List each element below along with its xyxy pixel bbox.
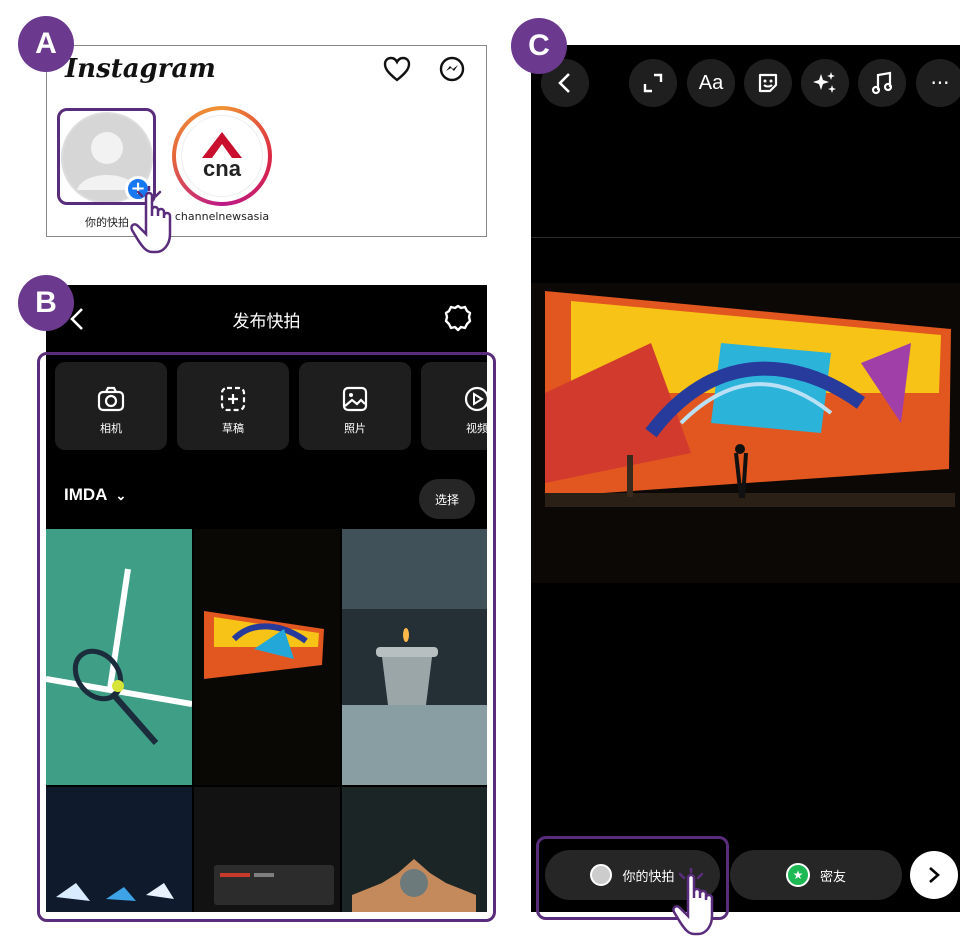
laptop-image — [214, 865, 334, 905]
create-story-screen: 发布快拍 相机 草稿 照片 视频 IMDA ⌄ 选择 — [46, 285, 487, 912]
candle-image — [342, 529, 487, 785]
thumbnail-mural[interactable] — [194, 529, 340, 785]
drafts-icon — [220, 386, 246, 412]
album-selector[interactable]: IMDA ⌄ — [64, 485, 126, 505]
chevron-right-icon — [929, 867, 940, 883]
more-options-button[interactable]: ··· — [916, 59, 960, 107]
sticker-button[interactable] — [744, 59, 792, 107]
tile-photos-label: 照片 — [344, 422, 366, 435]
tap-hand-icon-c — [672, 868, 714, 936]
cna-triangle-icon — [202, 132, 242, 158]
settings-gear-icon[interactable] — [444, 304, 472, 332]
thumbnail-tennis[interactable] — [46, 529, 192, 785]
effects-button[interactable] — [801, 59, 849, 107]
video-icon — [464, 386, 487, 412]
select-button[interactable]: 选择 — [419, 479, 475, 519]
resize-button[interactable] — [629, 59, 677, 107]
label-a: A — [18, 16, 74, 72]
thumbnail-boats[interactable] — [46, 787, 192, 912]
text-tool-button[interactable]: Aa — [687, 59, 735, 107]
label-c: C — [511, 18, 567, 74]
album-name: IMDA — [64, 485, 107, 504]
sparkles-icon — [813, 72, 836, 93]
star-icon: ★ — [785, 863, 810, 887]
tap-hand-icon — [130, 186, 172, 254]
mural-image — [204, 611, 324, 679]
avatar-icon — [590, 864, 613, 886]
heart-icon[interactable] — [383, 56, 411, 82]
photo-icon — [342, 386, 368, 412]
toolbar-divider — [531, 237, 960, 238]
tile-drafts-label: 草稿 — [222, 422, 244, 435]
tile-camera[interactable]: 相机 — [55, 362, 167, 450]
cna-logo: cna — [181, 115, 263, 197]
close-friends-label: 密友 — [819, 869, 846, 885]
instagram-logo: Instagram — [65, 54, 216, 84]
messenger-icon[interactable] — [439, 56, 465, 82]
sticker-icon — [758, 73, 778, 93]
paper-boats-image — [56, 883, 174, 901]
tile-camera-label: 相机 — [100, 422, 122, 435]
story-editor: Aa ··· 你的快拍 ★ 密友 — [531, 45, 960, 912]
tile-photos[interactable]: 照片 — [299, 362, 411, 450]
thumbnail-laptop[interactable] — [194, 787, 340, 912]
music-note-icon — [871, 71, 893, 95]
tile-video-label: 视频 — [466, 422, 487, 435]
chevron-left-icon — [558, 73, 570, 93]
next-button[interactable] — [910, 851, 958, 899]
tile-video[interactable]: 视频 — [421, 362, 487, 450]
chevron-down-icon: ⌄ — [115, 488, 127, 503]
music-button[interactable] — [858, 59, 906, 107]
page-title: 发布快拍 — [232, 312, 301, 332]
tennis-racket-image — [46, 568, 192, 745]
tile-drafts[interactable]: 草稿 — [177, 362, 289, 450]
mural-photo — [531, 283, 960, 583]
thumbnail-building[interactable] — [342, 787, 487, 912]
label-b: B — [18, 275, 74, 331]
building-image — [352, 859, 476, 912]
expand-icon — [643, 73, 663, 93]
instagram-home-stories: Instagram + 你的快拍 cna channelnewsasia — [46, 45, 487, 237]
thumbnail-candle[interactable] — [342, 529, 487, 785]
close-friends-button[interactable]: ★ 密友 — [730, 850, 902, 900]
your-story-label: 你的快拍 — [622, 869, 675, 885]
camera-icon — [97, 386, 125, 412]
